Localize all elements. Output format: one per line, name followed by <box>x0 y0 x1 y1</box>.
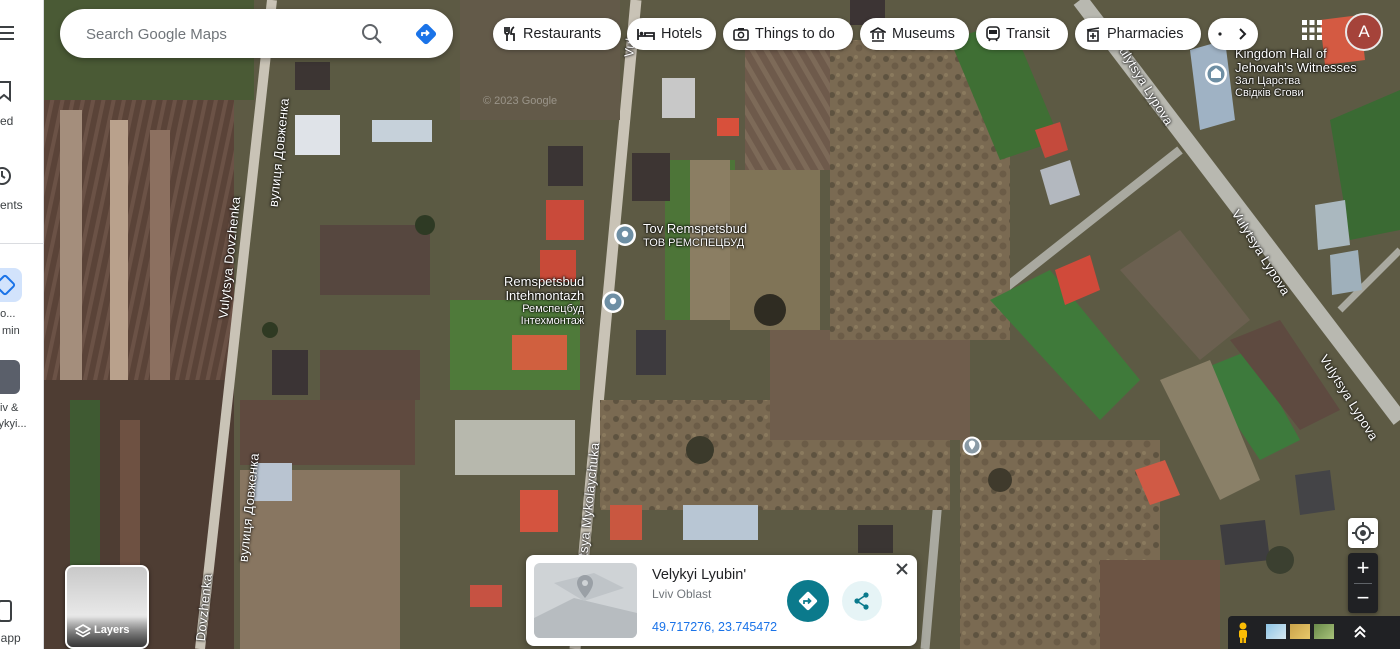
chip-transit[interactable]: Transit <box>976 18 1068 50</box>
restaurant-icon <box>504 26 515 41</box>
chip-label: Transit <box>1006 26 1050 42</box>
rail-recent-place-line1: po... <box>0 308 16 320</box>
poi-name-line2: Jehovah's Witnesses <box>1235 60 1357 75</box>
place-card: Velykyi Lyubin' Lviv Oblast 49.717276, 2… <box>526 555 917 646</box>
chip-restaurants[interactable]: Restaurants <box>493 18 621 50</box>
search-icon[interactable] <box>360 22 384 46</box>
rail-saved[interactable]: ved <box>0 80 43 130</box>
my-location-icon <box>1352 522 1374 544</box>
poi-label-tov-remspetsbud[interactable]: Tov Remspetsbud ТОВ РЕМСПЕЦБУД <box>643 222 747 250</box>
chevron-right-icon <box>1218 28 1247 40</box>
rail-recents[interactable]: cents <box>0 165 43 215</box>
directions-icon[interactable] <box>786 579 830 623</box>
history-icon <box>0 167 11 185</box>
chip-hotels[interactable]: Hotels <box>627 18 716 50</box>
imagery-thumb-3[interactable] <box>1314 624 1334 639</box>
directions-icon[interactable] <box>413 21 439 47</box>
place-title: Velykyi Lyubin' <box>652 567 747 583</box>
rail-recents-label: cents <box>0 198 23 212</box>
account-avatar[interactable]: A <box>1345 13 1383 51</box>
rail-get-app[interactable]: t app <box>0 600 43 645</box>
chip-label: Hotels <box>661 26 703 42</box>
apps-grid-icon[interactable] <box>1300 18 1324 42</box>
bookmark-icon <box>0 81 11 102</box>
poi-alt-line1: Ремспецбуд <box>522 303 585 315</box>
poi-alt-line2: Свідків Єгови <box>1235 87 1304 99</box>
close-icon[interactable] <box>894 561 910 577</box>
rail-recent-place-line2: min <box>2 325 20 337</box>
chip-label: Restaurants <box>523 26 602 42</box>
layers-label: Layers <box>94 624 130 636</box>
poi-alt-line2: Інтехмонтаж <box>520 315 585 327</box>
chip-things-to-do[interactable]: Things to do <box>723 18 853 50</box>
hotel-icon <box>637 29 655 40</box>
poi-alt-name: ТОВ РЕМСПЕЦБУД <box>643 237 745 249</box>
phone-icon <box>0 600 12 622</box>
rail-saved-label: ved <box>0 114 14 128</box>
imagery-thumb-2[interactable] <box>1290 624 1310 639</box>
chip-scroll-right[interactable] <box>1208 18 1258 50</box>
chip-pharmacies[interactable]: Pharmacies <box>1075 18 1201 50</box>
layers-button[interactable]: Layers <box>65 565 149 649</box>
rail-get-app-label: t app <box>0 631 21 645</box>
pharmacy-icon <box>1086 27 1100 42</box>
place-thumbnail[interactable] <box>534 563 637 638</box>
place-coordinates[interactable]: 49.717276, 23.745472 <box>652 620 777 634</box>
rail-recent-place[interactable]: po... min <box>0 268 43 343</box>
poi-alt-line1: Зал Царства <box>1235 75 1301 87</box>
poi-name-line2: Intehmontazh <box>505 288 585 303</box>
museum-icon <box>870 26 886 42</box>
imagery-thumb-1[interactable] <box>1266 624 1286 639</box>
search-box <box>60 9 453 58</box>
rail-recent-place-2[interactable]: iv & lykyi... <box>0 360 43 435</box>
bottom-toolbar <box>1228 616 1400 649</box>
map-watermark: © 2023 Google <box>483 95 558 107</box>
dropped-pin-marker[interactable] <box>961 435 983 457</box>
pegman-icon[interactable] <box>1236 622 1250 644</box>
street-view-placeholder-icon <box>534 573 637 638</box>
poi-label-remspetsbud-intehmontazh[interactable]: Remspetsbud Intehmontazh Ремспецбуд Інте… <box>504 274 585 328</box>
zoom-in-button[interactable]: + <box>1348 553 1378 583</box>
rail-divider <box>0 243 43 244</box>
poi-marker-kingdom-hall[interactable] <box>1203 61 1229 87</box>
chip-museums[interactable]: Museums <box>860 18 969 50</box>
directions-icon <box>0 268 22 302</box>
chevrons-up-icon[interactable] <box>1352 624 1368 640</box>
chip-label: Things to do <box>755 26 835 42</box>
chip-label: Museums <box>892 26 955 42</box>
poi-name: Tov Remspetsbud <box>643 221 748 236</box>
zoom-out-button[interactable]: − <box>1348 583 1378 613</box>
camera-icon <box>733 28 749 41</box>
layers-icon <box>75 624 91 638</box>
chip-label: Pharmacies <box>1107 26 1184 42</box>
share-icon[interactable] <box>841 580 883 622</box>
poi-marker-tov-remspetsbud[interactable] <box>612 222 638 248</box>
zoom-control: + − <box>1348 553 1378 613</box>
place-subtitle: Lviv Oblast <box>652 587 712 601</box>
my-location-button[interactable] <box>1348 518 1378 548</box>
transit-icon <box>986 26 1000 42</box>
place-thumbnail <box>0 360 20 394</box>
poi-name-line1: Kingdom Hall of <box>1235 46 1327 61</box>
search-input[interactable] <box>84 21 348 47</box>
poi-marker-remspetsbud-intehmontazh[interactable] <box>600 289 626 315</box>
rail-recent-place2-line1: iv & <box>0 402 19 414</box>
satellite-map[interactable] <box>0 0 1400 649</box>
poi-label-kingdom-hall[interactable]: Kingdom Hall of Jehovah's Witnesses Зал … <box>1235 46 1357 100</box>
left-rail: ved cents po... min iv & lykyi... t app <box>0 0 44 649</box>
rail-recent-place2-line2: lykyi... <box>0 418 27 430</box>
poi-name-line1: Remspetsbud <box>504 274 585 289</box>
menu-icon[interactable] <box>0 22 18 44</box>
